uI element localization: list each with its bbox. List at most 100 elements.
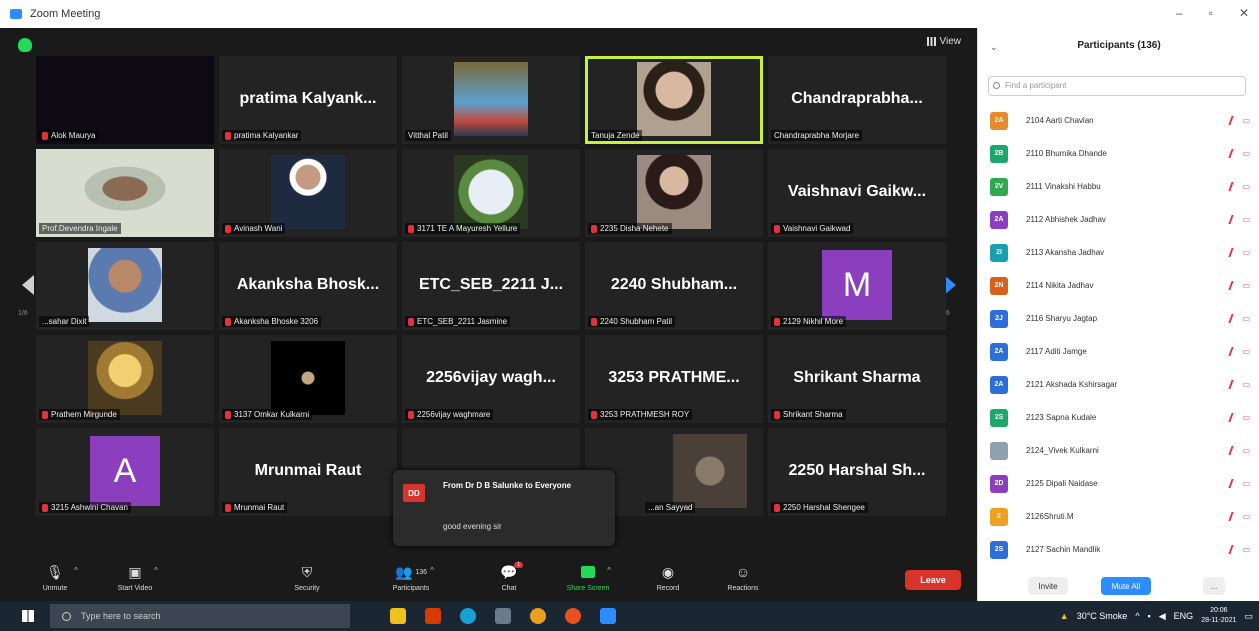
video-tile[interactable]: ...sahar Dixit bbox=[36, 242, 214, 330]
video-tile[interactable]: Vitthal Patil bbox=[402, 56, 580, 144]
video-tile[interactable]: Avinash Wani bbox=[219, 149, 397, 237]
participant-row[interactable]: 2124_Vivek Kulkarni ▭ bbox=[978, 434, 1259, 467]
participant-row[interactable]: 2B 2110 Bhumika Dhande ▭ bbox=[978, 137, 1259, 170]
participant-row[interactable]: 2A 2104 Aarti Chavlan ▭ bbox=[978, 104, 1259, 137]
participant-name: ...sahar Dixit bbox=[42, 317, 87, 326]
unmute-button[interactable]: 🎙 ^ Unmute bbox=[20, 562, 90, 593]
video-tile[interactable]: Prof.Devendra Ingale bbox=[36, 149, 214, 237]
firefox-browser-icon[interactable] bbox=[565, 608, 581, 624]
tile-display-name: pratima Kalyank... bbox=[239, 90, 377, 107]
video-tile[interactable]: 3171 TE A Mayuresh Yellure bbox=[402, 149, 580, 237]
video-tile[interactable]: A 3215 Ashwini Chavan bbox=[36, 428, 214, 516]
avatar: M bbox=[822, 250, 892, 320]
participant-row[interactable]: 2S 2123 Sapna Kudale ▭ bbox=[978, 401, 1259, 434]
participants-button[interactable]: 👥 136 ^ Participants bbox=[376, 562, 446, 593]
mute-all-button[interactable]: Mute All bbox=[1101, 577, 1151, 595]
participant-status: ▭ bbox=[1228, 314, 1250, 323]
participant-row[interactable]: 2D 2125 Dipali Naidase ▭ bbox=[978, 467, 1259, 500]
close-icon[interactable]: ✕ bbox=[1239, 6, 1249, 20]
language-indicator[interactable]: ENG bbox=[1174, 611, 1194, 621]
video-tile[interactable]: ETC_SEB_2211 J... ETC_SEB_2211 Jasmine bbox=[402, 242, 580, 330]
participant-status: ▭ bbox=[1228, 512, 1250, 521]
video-tile[interactable]: 3253 PRATHME... 3253 PRATHMESH ROY bbox=[585, 335, 763, 423]
video-tile[interactable]: Akanksha Bhosk... Akanksha Bhoske 3206 bbox=[219, 242, 397, 330]
video-off-icon: ▭ bbox=[1242, 281, 1250, 290]
chrome-browser-icon[interactable] bbox=[530, 608, 546, 624]
share-screen-button[interactable]: ^ Share Screen bbox=[553, 562, 623, 592]
video-off-icon: ▭ bbox=[1242, 215, 1250, 224]
volume-icon[interactable]: ◀ bbox=[1159, 611, 1166, 622]
video-tile[interactable]: 2250 Harshal Sh... 2250 Harshal Shengee bbox=[768, 428, 946, 516]
participant-row[interactable]: 2A 2121 Akshada Kshirsagar ▭ bbox=[978, 368, 1259, 401]
clock[interactable]: 20:06 28-11-2021 bbox=[1201, 606, 1236, 626]
chat-button[interactable]: 💬 1 Chat bbox=[474, 562, 544, 592]
leave-button[interactable]: Leave bbox=[905, 570, 961, 590]
view-button[interactable]: View bbox=[926, 36, 961, 47]
chevron-up-icon[interactable]: ^ bbox=[430, 566, 434, 575]
chevron-up-icon[interactable]: ^ bbox=[607, 566, 611, 575]
more-options-button[interactable]: ... bbox=[1203, 577, 1225, 595]
taskbar-search-box[interactable]: Type here to search bbox=[50, 604, 350, 628]
video-tile[interactable]: Chandraprabha... Chandraprabha Morjare bbox=[768, 56, 946, 144]
participant-row[interactable]: 2S 2127 Sachin Mandlik ▭ bbox=[978, 533, 1259, 566]
video-tile[interactable]: 3137 Omkar Kulkarni bbox=[219, 335, 397, 423]
participant-row[interactable]: 2A 2117 Aditi Jamge ▭ bbox=[978, 335, 1259, 368]
video-off-icon: ▭ bbox=[1242, 512, 1250, 521]
participant-video bbox=[454, 155, 528, 229]
chevron-up-icon[interactable]: ^ bbox=[154, 566, 158, 575]
gallery-grid: Alok Maurya pratima Kalyank... pratima K… bbox=[36, 56, 946, 519]
participant-name: 2114 Nikita Jadhav bbox=[1026, 281, 1094, 290]
video-tile[interactable]: 2240 Shubham... 2240 Shubham Patil bbox=[585, 242, 763, 330]
video-tile[interactable]: 2256vijay wagh... 2256vijay waghmare bbox=[402, 335, 580, 423]
participant-row[interactable]: 2 2126Shruti.M ▭ bbox=[978, 500, 1259, 533]
participant-row[interactable]: 2A 2112 Abhishek Jadhav ▭ bbox=[978, 203, 1259, 236]
tray-chevron-icon[interactable]: ^ bbox=[1135, 611, 1139, 621]
video-tile[interactable]: Mrunmai Raut Mrunmai Raut bbox=[219, 428, 397, 516]
reactions-button[interactable]: ☺ Reactions bbox=[708, 562, 778, 592]
record-button[interactable]: ◉ Record bbox=[633, 562, 703, 593]
video-tile[interactable]: Alok Maurya bbox=[36, 56, 214, 144]
muted-mic-icon bbox=[774, 503, 780, 512]
participant-video bbox=[454, 62, 528, 136]
start-video-button[interactable]: ▣ ^ Start Video bbox=[100, 562, 170, 593]
security-button[interactable]: ⛨ Security bbox=[272, 562, 342, 593]
participant-row[interactable]: 2V 2111 Vinakshi Habbu ▭ bbox=[978, 170, 1259, 203]
network-icon[interactable]: ▪ bbox=[1148, 611, 1151, 621]
video-off-icon: ▭ bbox=[1242, 248, 1250, 257]
previous-page-arrow-icon[interactable] bbox=[22, 275, 34, 295]
active-speaker-tile[interactable]: Tanuja Zende bbox=[585, 56, 763, 144]
participant-search-input[interactable]: Find a participant bbox=[988, 76, 1246, 96]
maximize-icon[interactable]: ▫ bbox=[1209, 6, 1213, 20]
tile-display-name: Shrikant Sharma bbox=[793, 369, 921, 386]
participant-row[interactable]: 2J 2116 Sharyu Jagtap ▭ bbox=[978, 302, 1259, 335]
participant-name: 2121 Akshada Kshirsagar bbox=[1026, 380, 1118, 389]
app-icon[interactable] bbox=[495, 608, 511, 624]
video-tile[interactable]: Vaishnavi Gaikw... Vaishnavi Gaikwad bbox=[768, 149, 946, 237]
muted-mic-icon bbox=[42, 131, 48, 140]
participant-name: 2235 Disha Nehete bbox=[600, 224, 669, 233]
chat-notification-popup[interactable]: DD From Dr D B Salunke to Everyone good … bbox=[393, 470, 615, 546]
invite-button[interactable]: Invite bbox=[1028, 577, 1068, 595]
file-explorer-icon[interactable] bbox=[390, 608, 406, 624]
video-tile[interactable]: Prathem Mirgunde bbox=[36, 335, 214, 423]
participant-row[interactable]: 2I 2113 Akansha Jadhav ▭ bbox=[978, 236, 1259, 269]
security-shield-icon[interactable] bbox=[18, 38, 32, 52]
muted-microphone-icon: 🎙 bbox=[46, 563, 64, 580]
video-tile[interactable]: M 2129 Nikhil More bbox=[768, 242, 946, 330]
participant-name: 2113 Akansha Jadhav bbox=[1026, 248, 1105, 257]
windows-start-icon[interactable] bbox=[22, 610, 34, 622]
weather-text[interactable]: 30°C Smoke bbox=[1077, 611, 1128, 621]
chevron-up-icon[interactable]: ^ bbox=[74, 566, 78, 575]
participant-row[interactable]: 2N 2114 Nikita Jadhav ▭ bbox=[978, 269, 1259, 302]
video-tile[interactable]: pratima Kalyank... pratima Kalyankar bbox=[219, 56, 397, 144]
minimize-icon[interactable]: – bbox=[1176, 6, 1183, 20]
office-icon[interactable] bbox=[425, 608, 441, 624]
video-tile[interactable]: Shrikant Sharma Shrikant Sharma bbox=[768, 335, 946, 423]
zoom-taskbar-icon[interactable] bbox=[600, 608, 616, 624]
video-tile[interactable]: 2235 Disha Nehete bbox=[585, 149, 763, 237]
participant-name: 2104 Aarti Chavlan bbox=[1026, 116, 1094, 125]
muted-mic-icon bbox=[1228, 413, 1239, 422]
participant-list: 2A 2104 Aarti Chavlan ▭ 2B 2110 Bhumika Dhan… bbox=[978, 104, 1259, 566]
edge-browser-icon[interactable] bbox=[460, 608, 476, 624]
notifications-icon[interactable]: ▭ bbox=[1244, 611, 1253, 622]
